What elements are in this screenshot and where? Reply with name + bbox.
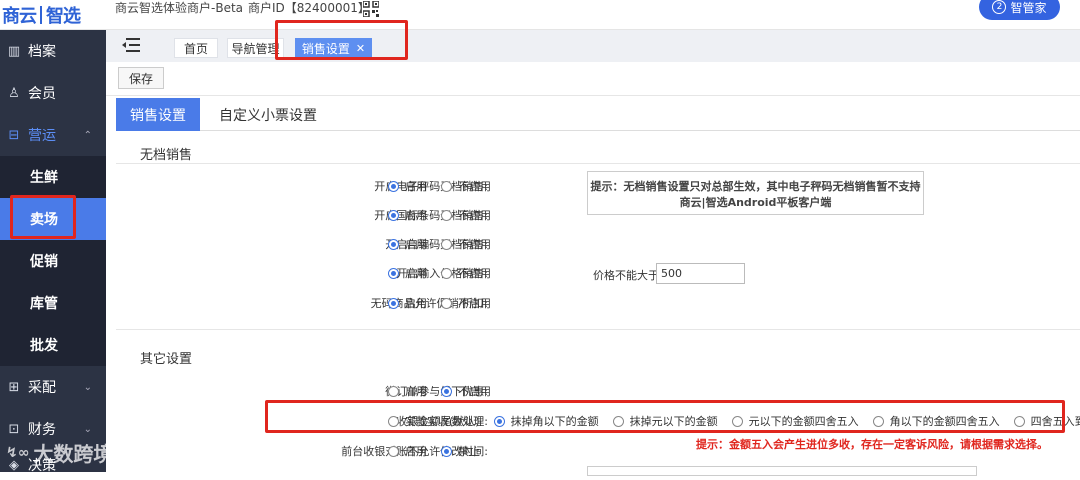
logo-divider: [40, 6, 42, 24]
archive-icon: ▥: [7, 43, 21, 59]
menu-collapse-icon[interactable]: [121, 37, 141, 53]
sidebar-subitem-promotion[interactable]: 促销: [0, 240, 106, 282]
hint-line-2: 商云|智选Android平板客户端: [679, 196, 832, 209]
assistant-button[interactable]: 2 智管家: [979, 0, 1060, 20]
merchant-name: 商云智选体验商户-Beta: [115, 1, 244, 15]
section-title-other: 其它设置: [140, 352, 193, 367]
sidebar-item-label: 档案: [28, 44, 56, 60]
sidebar-item-label: 采配: [28, 380, 56, 396]
watermark: ↯∞ 大数跨境: [6, 442, 114, 466]
radio-disable[interactable]: 不启用: [441, 265, 491, 281]
highlight-tab: [275, 20, 408, 60]
sidebar-item-operations[interactable]: ⊟ 营运 ⌃: [0, 114, 106, 156]
radio-disable[interactable]: 不启用: [441, 383, 491, 399]
qr-code-icon[interactable]: [363, 1, 379, 17]
assistant-label: 智管家: [1010, 0, 1047, 15]
radio-enable[interactable]: 启用: [388, 265, 427, 281]
radio-enable[interactable]: 启用: [388, 383, 427, 399]
logo-text-1: 商云: [2, 6, 37, 27]
logo: 商云 智选: [2, 3, 81, 27]
tab-label: 导航管理: [231, 41, 280, 56]
logo-text-2: 智选: [46, 6, 81, 27]
tab-home[interactable]: 首页: [174, 38, 218, 58]
tab-sales-settings-content[interactable]: 销售设置: [116, 98, 200, 131]
merchant-id: 商户ID【82400001】: [248, 1, 370, 15]
sidebar-item-member[interactable]: ♙ 会员: [0, 72, 106, 114]
setting-row: 无码商品允许促销/折扣: 启用 不启用: [116, 292, 1080, 314]
sidebar-subitem-fresh[interactable]: 生鲜: [0, 156, 106, 198]
sidebar-item-archive[interactable]: ▥ 档案: [0, 30, 106, 72]
chevron-down-icon: ⌄: [83, 381, 92, 393]
section-divider: [116, 329, 1080, 330]
toolbar: 保存: [106, 62, 1080, 96]
chevron-up-icon: ⌃: [83, 129, 92, 141]
tab-strip: 首页 导航管理 销售设置 ✕: [106, 30, 1080, 62]
radio-enable[interactable]: 启用: [388, 443, 427, 459]
sidebar-subitem-wholesale[interactable]: 批发: [0, 324, 106, 366]
briefcase-icon: ⊟: [8, 127, 20, 143]
assistant-icon: 2: [992, 0, 1007, 14]
content-tabs: 销售设置 自定义小票设置: [116, 98, 1080, 131]
radio-disable[interactable]: 不启用: [441, 295, 491, 311]
save-button[interactable]: 保存: [118, 67, 164, 89]
section-divider: [116, 163, 1080, 164]
radio-enable[interactable]: 启用: [388, 295, 427, 311]
sidebar-item-label: 会员: [28, 86, 56, 102]
sidebar-item-label: 营运: [28, 128, 56, 144]
section-title-no-barcode: 无档销售: [140, 148, 193, 163]
radio-enable[interactable]: 启用: [388, 178, 427, 194]
user-icon: ♙: [8, 85, 20, 101]
top-bar: 商云 智选 商云智选体验商户-Beta 商户ID【82400001】 2 智管家: [0, 0, 1080, 30]
chevron-down-icon: ⌄: [83, 423, 92, 435]
radio-enable[interactable]: 启用: [388, 236, 427, 252]
setting-row: 微订单参与线下优惠: 启用 不启用: [116, 380, 1080, 402]
setting-row: 开启自编码无档销售: 启用 不启用: [116, 233, 1080, 255]
watermark-icon: ↯∞: [6, 444, 30, 461]
sidebar-item-purchase[interactable]: ⊞ 采配 ⌄: [0, 366, 106, 408]
hint-box: 提示：无档销售设置只对总部生效，其中电子秤码无档销售暂不支持 商云|智选Andr…: [587, 171, 924, 215]
radio-forbid[interactable]: 禁止: [441, 443, 480, 459]
highlight-rounding: [265, 400, 1065, 433]
cart-icon: ⊞: [8, 379, 20, 395]
sidebar-item-label: 财务: [28, 422, 56, 438]
tab-label: 首页: [183, 41, 208, 56]
setting-row: 前台收银对账不允许修改时间: 启用 禁止: [116, 440, 1080, 462]
radio-enable[interactable]: 启用: [388, 207, 427, 223]
highlight-sidebar: [10, 195, 76, 239]
finance-icon: ⊡: [8, 421, 20, 437]
radio-disable[interactable]: 不启用: [441, 236, 491, 252]
radio-disable[interactable]: 不启用: [441, 207, 491, 223]
price-limit-label: 价格不能大于:: [593, 269, 663, 282]
hint-line-1: 提示：无档销售设置只对总部生效，其中电子秤码无档销售暂不支持: [590, 180, 921, 193]
sidebar: ▥ 档案 ♙ 会员 ⊟ 营运 ⌃ 生鲜 卖场 促销 库管 批发 ⊞ 采配 ⌄ ⊡…: [0, 30, 106, 474]
price-limit-input[interactable]: 500: [656, 263, 745, 284]
radio-disable[interactable]: 不启用: [441, 178, 491, 194]
sidebar-subitem-inventory[interactable]: 库管: [0, 282, 106, 324]
hint-box-bottom: [587, 466, 977, 476]
tab-custom-receipt[interactable]: 自定义小票设置: [208, 98, 328, 131]
